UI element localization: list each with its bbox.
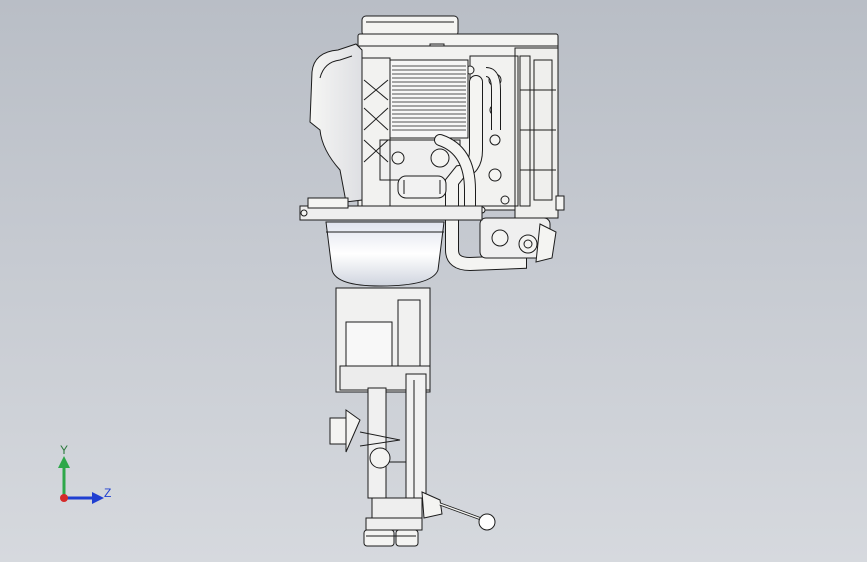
tiller-handle	[421, 491, 496, 531]
engine-cowl	[309, 43, 363, 203]
x-axis-dot	[60, 494, 68, 502]
y-axis-label: Y	[60, 443, 68, 457]
carburetor	[397, 175, 447, 199]
3d-viewport[interactable]: Y Z	[0, 0, 867, 562]
lower-leg	[329, 373, 427, 519]
engine-assembly-model[interactable]	[0, 0, 867, 562]
cylinder-fins	[379, 59, 469, 181]
propeller	[363, 517, 423, 547]
z-axis-label: Z	[104, 486, 111, 500]
orientation-triad: Y Z	[58, 443, 111, 504]
